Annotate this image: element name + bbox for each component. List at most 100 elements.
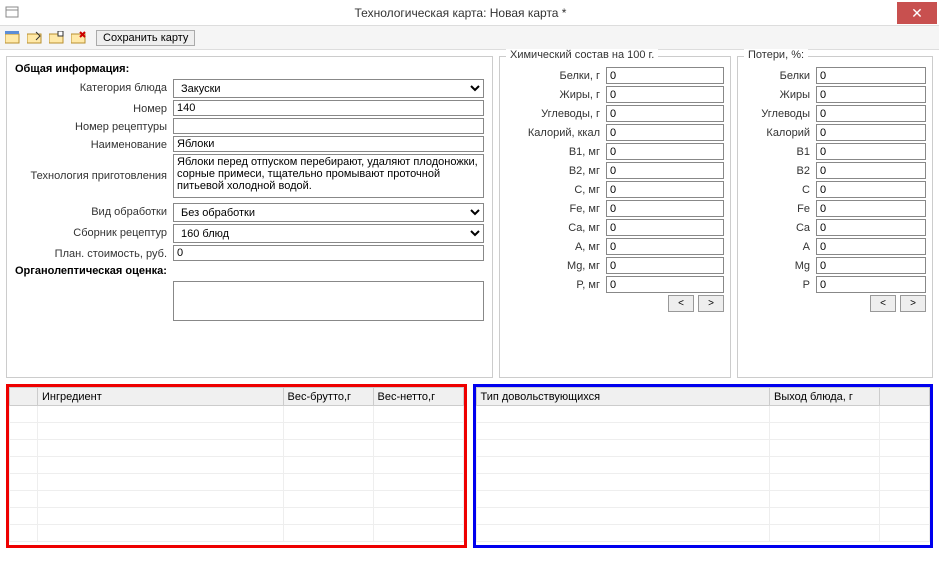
table-row[interactable] [476, 491, 930, 508]
chem-input[interactable] [606, 67, 724, 84]
loss-input[interactable] [816, 105, 926, 122]
chem-input[interactable] [606, 181, 724, 198]
output-table[interactable]: Тип довольствующихся Выход блюда, г [476, 387, 931, 542]
table-header[interactable]: Ингредиент [38, 388, 284, 406]
chem-label: Жиры, г [506, 89, 606, 101]
chem-input[interactable] [606, 200, 724, 217]
loss-prev-button[interactable]: < [870, 295, 896, 312]
loss-label: A [744, 241, 816, 253]
loss-input[interactable] [816, 162, 926, 179]
number-input[interactable] [173, 100, 484, 116]
chem-panel: Химический состав на 100 г. Белки, гЖиры… [499, 56, 731, 378]
table-row[interactable] [476, 440, 930, 457]
loss-input[interactable] [816, 219, 926, 236]
table-row[interactable] [10, 423, 464, 440]
chem-prev-button[interactable]: < [668, 295, 694, 312]
chem-title: Химический состав на 100 г. [506, 49, 658, 61]
loss-input[interactable] [816, 86, 926, 103]
table-header[interactable]: Вес-нетто,г [373, 388, 463, 406]
ingredients-table[interactable]: Ингредиент Вес-брутто,г Вес-нетто,г [9, 387, 464, 542]
table-row[interactable] [10, 525, 464, 542]
chem-label: Калорий, ккал [506, 127, 606, 139]
toolbar-icon-2[interactable] [26, 30, 44, 46]
loss-label: Fe [744, 203, 816, 215]
proc-type-label: Вид обработки [15, 203, 173, 218]
loss-input[interactable] [816, 67, 926, 84]
chem-label: C, мг [506, 184, 606, 196]
chem-next-button[interactable]: > [698, 295, 724, 312]
chem-input[interactable] [606, 276, 724, 293]
loss-input[interactable] [816, 181, 926, 198]
toolbar-icon-4[interactable] [70, 30, 88, 46]
loss-input[interactable] [816, 276, 926, 293]
organoleptic-textarea[interactable] [173, 281, 484, 321]
name-input[interactable] [173, 136, 484, 152]
category-select[interactable]: Закуски [173, 79, 484, 98]
loss-input[interactable] [816, 143, 926, 160]
chem-label: P, мг [506, 279, 606, 291]
tech-label: Технология приготовления [15, 154, 173, 182]
loss-label: Белки [744, 70, 816, 82]
chem-label: Углеводы, г [506, 108, 606, 120]
chem-input[interactable] [606, 257, 724, 274]
loss-next-button[interactable]: > [900, 295, 926, 312]
chem-label: B2, мг [506, 165, 606, 177]
table-row[interactable] [10, 406, 464, 423]
recipe-number-label: Номер рецептуры [15, 118, 173, 133]
toolbar-icon-3[interactable] [48, 30, 66, 46]
close-button[interactable]: ✕ [897, 2, 937, 24]
loss-label: B2 [744, 165, 816, 177]
category-label: Категория блюда [15, 79, 173, 94]
table-row[interactable] [10, 491, 464, 508]
table-row[interactable] [10, 508, 464, 525]
recipe-book-select[interactable]: 160 блюд [173, 224, 484, 243]
table-header[interactable] [880, 388, 930, 406]
table-row[interactable] [476, 423, 930, 440]
loss-label: P [744, 279, 816, 291]
table-row[interactable] [10, 440, 464, 457]
table-row[interactable] [476, 406, 930, 423]
table-header[interactable] [10, 388, 38, 406]
chem-input[interactable] [606, 143, 724, 160]
loss-input[interactable] [816, 200, 926, 217]
loss-panel: Потери, %: БелкиЖирыУглеводыКалорийB1B2C… [737, 56, 933, 378]
number-label: Номер [15, 100, 173, 115]
chem-input[interactable] [606, 124, 724, 141]
table-row[interactable] [10, 457, 464, 474]
table-header[interactable]: Тип довольствующихся [476, 388, 770, 406]
table-row[interactable] [476, 525, 930, 542]
recipe-book-label: Сборник рецептур [15, 224, 173, 239]
table-row[interactable] [10, 474, 464, 491]
save-card-button[interactable]: Сохранить карту [96, 30, 195, 46]
proc-type-select[interactable]: Без обработки [173, 203, 484, 222]
table-header[interactable]: Вес-брутто,г [283, 388, 373, 406]
table-row[interactable] [476, 474, 930, 491]
plan-cost-label: План. стоимость, руб. [15, 245, 173, 260]
table-header[interactable]: Выход блюда, г [770, 388, 880, 406]
loss-label: B1 [744, 146, 816, 158]
loss-input[interactable] [816, 257, 926, 274]
loss-title: Потери, %: [744, 49, 808, 61]
chem-input[interactable] [606, 162, 724, 179]
chem-input[interactable] [606, 86, 724, 103]
loss-label: C [744, 184, 816, 196]
table-row[interactable] [476, 457, 930, 474]
titlebar: Технологическая карта: Новая карта * ✕ [0, 0, 939, 26]
chem-input[interactable] [606, 219, 724, 236]
organoleptic-title: Органолептическая оценка: [15, 265, 484, 277]
chem-input[interactable] [606, 238, 724, 255]
name-label: Наименование [15, 136, 173, 151]
general-info-panel: Общая информация: Категория блюдаЗакуски… [6, 56, 493, 378]
chem-input[interactable] [606, 105, 724, 122]
chem-label: Mg, мг [506, 260, 606, 272]
loss-input[interactable] [816, 124, 926, 141]
recipe-number-input[interactable] [173, 118, 484, 134]
table-row[interactable] [476, 508, 930, 525]
tech-textarea[interactable]: Яблоки перед отпуском перебирают, удаляю… [173, 154, 484, 198]
plan-cost-input[interactable] [173, 245, 484, 261]
window-title: Технологическая карта: Новая карта * [24, 6, 897, 20]
loss-input[interactable] [816, 238, 926, 255]
toolbar-icon-1[interactable] [4, 30, 22, 46]
chem-label: A, мг [506, 241, 606, 253]
app-icon [0, 6, 24, 20]
